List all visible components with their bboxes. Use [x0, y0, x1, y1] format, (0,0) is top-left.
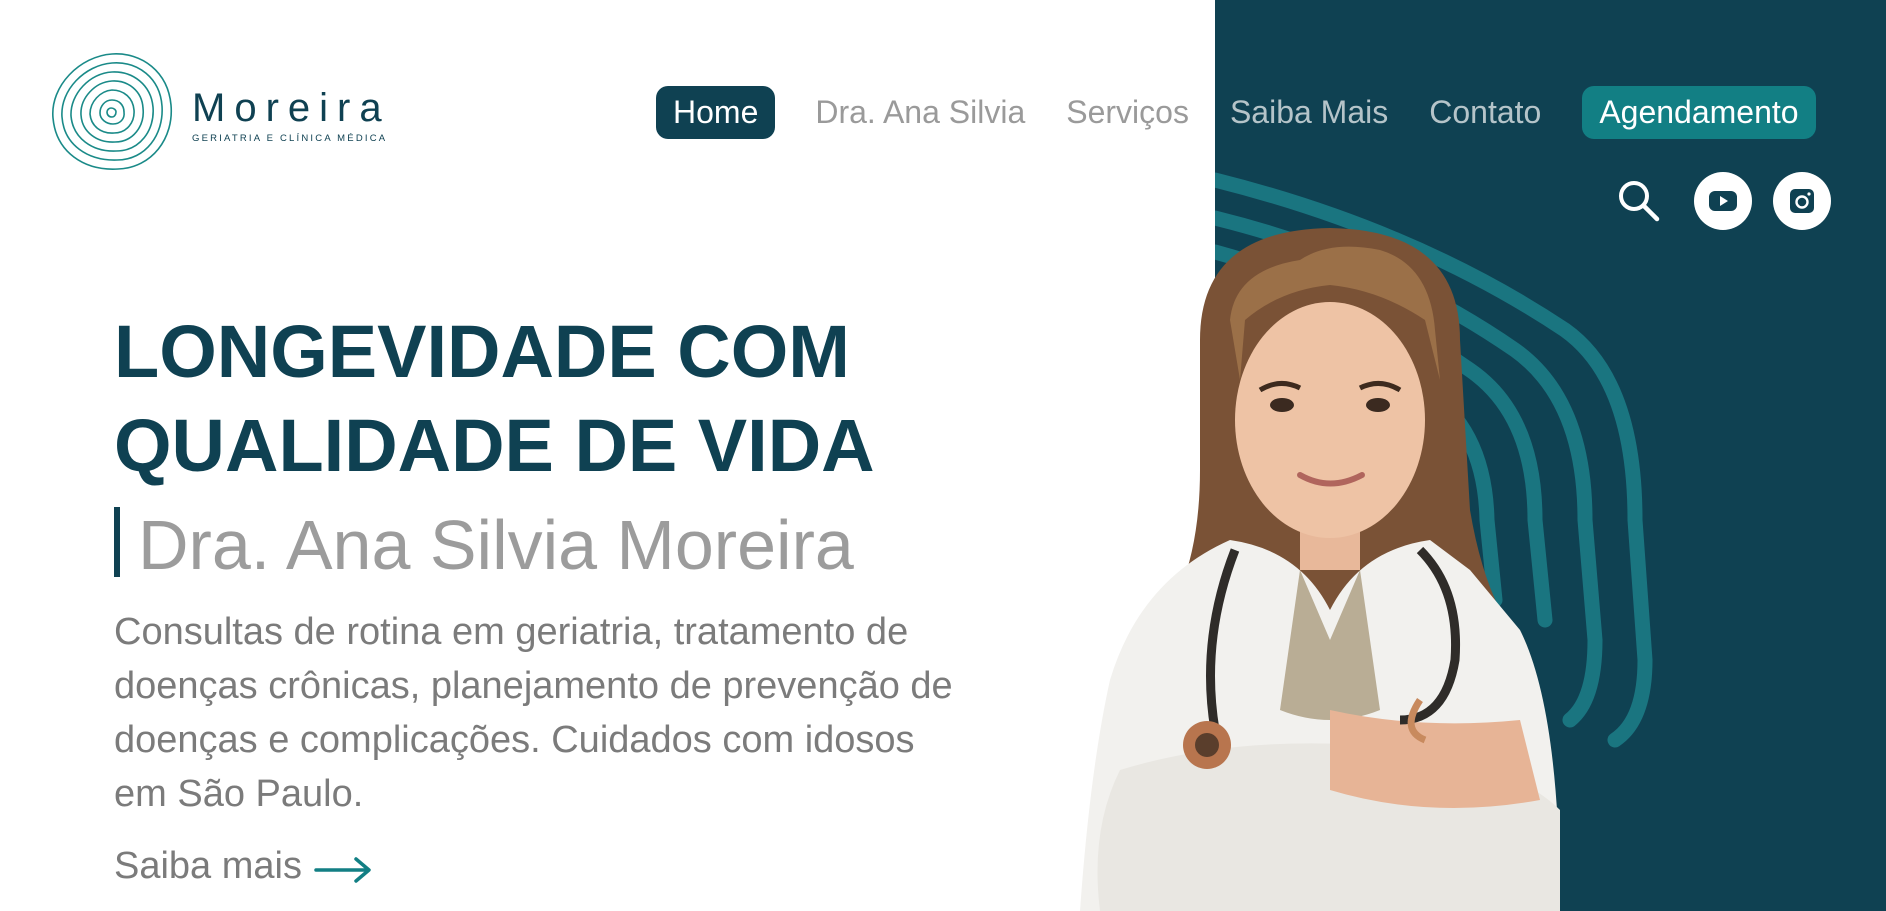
brand-name: Moreira: [192, 86, 391, 130]
nav-servicos[interactable]: Serviços: [1066, 94, 1189, 131]
arrow-right-icon: [314, 856, 371, 883]
accent-bar: [114, 507, 120, 577]
tree-rings-logo-icon: [52, 53, 173, 170]
nav-contato[interactable]: Contato: [1429, 94, 1541, 131]
saiba-mais-label: Saiba mais: [114, 845, 302, 887]
doctor-portrait: [1080, 228, 1560, 911]
nav-home[interactable]: Home: [656, 85, 776, 139]
hero-title-line1: LONGEVIDADE COM: [114, 310, 850, 393]
hero-title: LONGEVIDADE COM QUALIDADE DE VIDA: [114, 305, 875, 493]
youtube-icon: [1709, 191, 1737, 211]
agendamento-button[interactable]: Agendamento: [1582, 85, 1816, 139]
doctor-name-text: Dra. Ana Silvia Moreira: [138, 506, 854, 584]
hero-title-line2: QUALIDADE DE VIDA: [114, 404, 875, 487]
main-nav: Home Dra. Ana Silvia Serviços Saiba Mais…: [656, 82, 1816, 142]
brand-logo[interactable]: Moreira GERIATRIA E CLÍNICA MÉDICA: [50, 50, 391, 172]
nav-saiba-mais[interactable]: Saiba Mais: [1230, 94, 1388, 131]
saiba-mais-link[interactable]: Saiba mais: [114, 845, 372, 888]
hero-doctor-name: Dra. Ana Silvia Moreira: [114, 505, 854, 585]
instagram-button[interactable]: [1773, 172, 1831, 230]
instagram-icon: [1790, 189, 1814, 213]
brand-tagline: GERIATRIA E CLÍNICA MÉDICA: [192, 133, 388, 144]
youtube-button[interactable]: [1694, 172, 1752, 230]
nav-dra-ana-silvia[interactable]: Dra. Ana Silvia: [815, 94, 1025, 131]
hero-description: Consultas de rotina em geriatria, tratam…: [114, 611, 953, 815]
